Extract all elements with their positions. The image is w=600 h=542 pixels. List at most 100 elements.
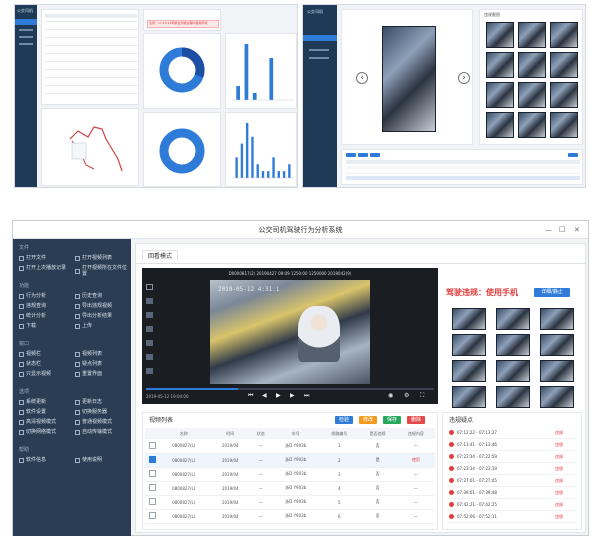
table-button[interactable] bbox=[370, 153, 380, 157]
menu-item[interactable]: 普通视频模式 bbox=[75, 419, 112, 425]
tab-playback[interactable]: 回看模式 bbox=[142, 250, 178, 262]
capture-thumbnail[interactable] bbox=[550, 22, 578, 48]
play-button[interactable]: ▶ bbox=[276, 392, 281, 399]
menu-item[interactable]: 历史查询 bbox=[75, 293, 102, 299]
menu-item[interactable]: 打开视频列表 bbox=[75, 255, 112, 261]
menu-item[interactable]: 视频栏 bbox=[19, 351, 41, 357]
capture-thumbnail[interactable] bbox=[486, 52, 514, 78]
menu-item[interactable]: 切换网络模式 bbox=[19, 429, 56, 435]
table-row[interactable] bbox=[346, 176, 580, 180]
maximize-button[interactable]: □ bbox=[559, 225, 566, 233]
capture-thumbnail[interactable] bbox=[486, 112, 514, 138]
table-row[interactable] bbox=[45, 45, 137, 46]
violation-thumbnail[interactable] bbox=[452, 308, 486, 330]
top-left-sidebar-item[interactable] bbox=[19, 36, 33, 38]
violation-thumbnail[interactable] bbox=[540, 360, 574, 382]
menu-item[interactable]: 违规查询 bbox=[19, 303, 46, 309]
violation-thumbnail[interactable] bbox=[496, 360, 530, 382]
fast-forward-button[interactable]: ⏭ bbox=[304, 392, 309, 399]
violation-thumbnail[interactable] bbox=[496, 386, 530, 408]
violation-time[interactable]: 07:42:21 - 07:42:25 bbox=[457, 502, 497, 507]
top-left-sidebar-item[interactable] bbox=[19, 29, 33, 31]
capture-thumbnail[interactable] bbox=[550, 82, 578, 108]
table-row[interactable] bbox=[45, 85, 137, 86]
row-checkbox[interactable] bbox=[149, 498, 156, 505]
delete-button[interactable]: 删除 bbox=[407, 416, 425, 424]
row-checkbox[interactable] bbox=[149, 512, 156, 519]
tool-icon[interactable] bbox=[146, 284, 153, 290]
settings-icon[interactable]: ⚙ bbox=[404, 392, 409, 399]
row-checkbox[interactable] bbox=[149, 470, 156, 477]
column-header[interactable]: 车号 bbox=[271, 428, 321, 439]
rewind-button[interactable]: ⏮ bbox=[248, 392, 253, 399]
violation-time[interactable]: 07:12:22 - 07:13:27 bbox=[457, 430, 497, 435]
volume-icon[interactable]: ◉ bbox=[388, 392, 393, 399]
violation-thumbnail[interactable] bbox=[540, 386, 574, 408]
row-checkbox[interactable] bbox=[149, 456, 156, 463]
menu-item[interactable]: 更新日志 bbox=[75, 399, 102, 405]
edit-button[interactable]: 修改 bbox=[359, 416, 377, 424]
menu-item[interactable]: 只显示视频 bbox=[19, 371, 51, 377]
search-button[interactable]: 检验 bbox=[335, 416, 353, 424]
table-button[interactable] bbox=[346, 153, 356, 157]
menu-item[interactable]: 高清视频模式 bbox=[19, 419, 56, 425]
tool-icon[interactable] bbox=[146, 326, 153, 332]
table-row[interactable] bbox=[45, 29, 137, 30]
violation-detail-button[interactable]: 详细/静止 bbox=[534, 288, 570, 297]
next-frame-button[interactable]: ▶ bbox=[290, 392, 295, 399]
menu-item[interactable]: 下载 bbox=[19, 323, 36, 329]
tool-icon[interactable] bbox=[146, 312, 153, 318]
column-header[interactable]: 是否违规 bbox=[358, 428, 397, 439]
top-right-sidebar-item[interactable] bbox=[309, 57, 329, 59]
table-button[interactable] bbox=[358, 153, 368, 157]
menu-item[interactable]: 软件设置 bbox=[19, 409, 46, 415]
menu-item[interactable]: 疑点列表 bbox=[75, 361, 102, 367]
top-left-sidebar-active-item[interactable] bbox=[15, 19, 37, 25]
menu-item[interactable]: 切换服务器 bbox=[75, 409, 107, 415]
violation-thumbnail[interactable] bbox=[540, 334, 574, 356]
menu-item[interactable]: 打开文件 bbox=[19, 255, 46, 261]
table-row[interactable] bbox=[45, 77, 137, 78]
tool-icon[interactable] bbox=[146, 298, 153, 304]
minimize-button[interactable]: — bbox=[545, 226, 552, 234]
menu-item[interactable]: 重置界面 bbox=[75, 371, 102, 377]
menu-item[interactable]: 打开视频所在文件位置 bbox=[75, 265, 131, 277]
close-button[interactable]: ✕ bbox=[574, 226, 580, 234]
capture-thumbnail[interactable] bbox=[486, 82, 514, 108]
next-button[interactable]: › bbox=[458, 72, 470, 84]
table-row[interactable] bbox=[346, 166, 580, 169]
violation-thumbnail[interactable] bbox=[452, 360, 486, 382]
violation-thumbnail[interactable] bbox=[452, 386, 486, 408]
capture-thumbnail[interactable] bbox=[518, 52, 546, 78]
table-row[interactable]: 0800827(L) 2019/04 — 浙D Y903b 4 否 — bbox=[145, 481, 435, 495]
violation-thumbnail[interactable] bbox=[452, 334, 486, 356]
capture-thumbnail[interactable] bbox=[518, 82, 546, 108]
table-row[interactable] bbox=[45, 37, 137, 38]
prev-button[interactable]: ‹ bbox=[356, 72, 368, 84]
top-left-sidebar-item[interactable] bbox=[19, 43, 33, 45]
table-row[interactable] bbox=[45, 61, 137, 62]
table-row[interactable]: 0800827(L) 2019/04 — 浙D Y903b 5 否 — bbox=[145, 495, 435, 509]
violation-time[interactable]: 07:39:01 - 07:39:48 bbox=[457, 490, 497, 495]
violation-thumbnail[interactable] bbox=[496, 308, 530, 330]
menu-item[interactable]: 打开上次播放记录 bbox=[19, 265, 66, 271]
column-header[interactable]: 线路编号 bbox=[320, 428, 359, 439]
tool-icon[interactable] bbox=[146, 354, 153, 360]
tool-icon[interactable] bbox=[146, 340, 153, 346]
table-row[interactable] bbox=[346, 171, 580, 174]
tool-icon[interactable] bbox=[146, 368, 153, 374]
menu-item[interactable]: 系统更新 bbox=[19, 399, 46, 405]
table-button[interactable] bbox=[568, 153, 578, 157]
column-header[interactable]: 违规内容 bbox=[396, 428, 435, 439]
row-checkbox[interactable] bbox=[149, 484, 156, 491]
table-row[interactable] bbox=[45, 69, 137, 70]
column-header[interactable]: 时间 bbox=[210, 428, 251, 439]
menu-item[interactable]: 导出分析结果 bbox=[75, 313, 112, 319]
menu-item[interactable]: 上传 bbox=[75, 323, 92, 329]
fullscreen-icon[interactable]: ⛶ bbox=[420, 392, 424, 399]
violation-time[interactable]: 07:23:14 - 07:23:19 bbox=[457, 466, 497, 471]
table-row[interactable] bbox=[45, 21, 137, 22]
column-header[interactable]: 状态 bbox=[250, 428, 272, 439]
table-row[interactable]: 0800827(L) 2019/04 — 浙D Y903b 1 否 — bbox=[145, 439, 435, 453]
capture-thumbnail[interactable] bbox=[550, 52, 578, 78]
